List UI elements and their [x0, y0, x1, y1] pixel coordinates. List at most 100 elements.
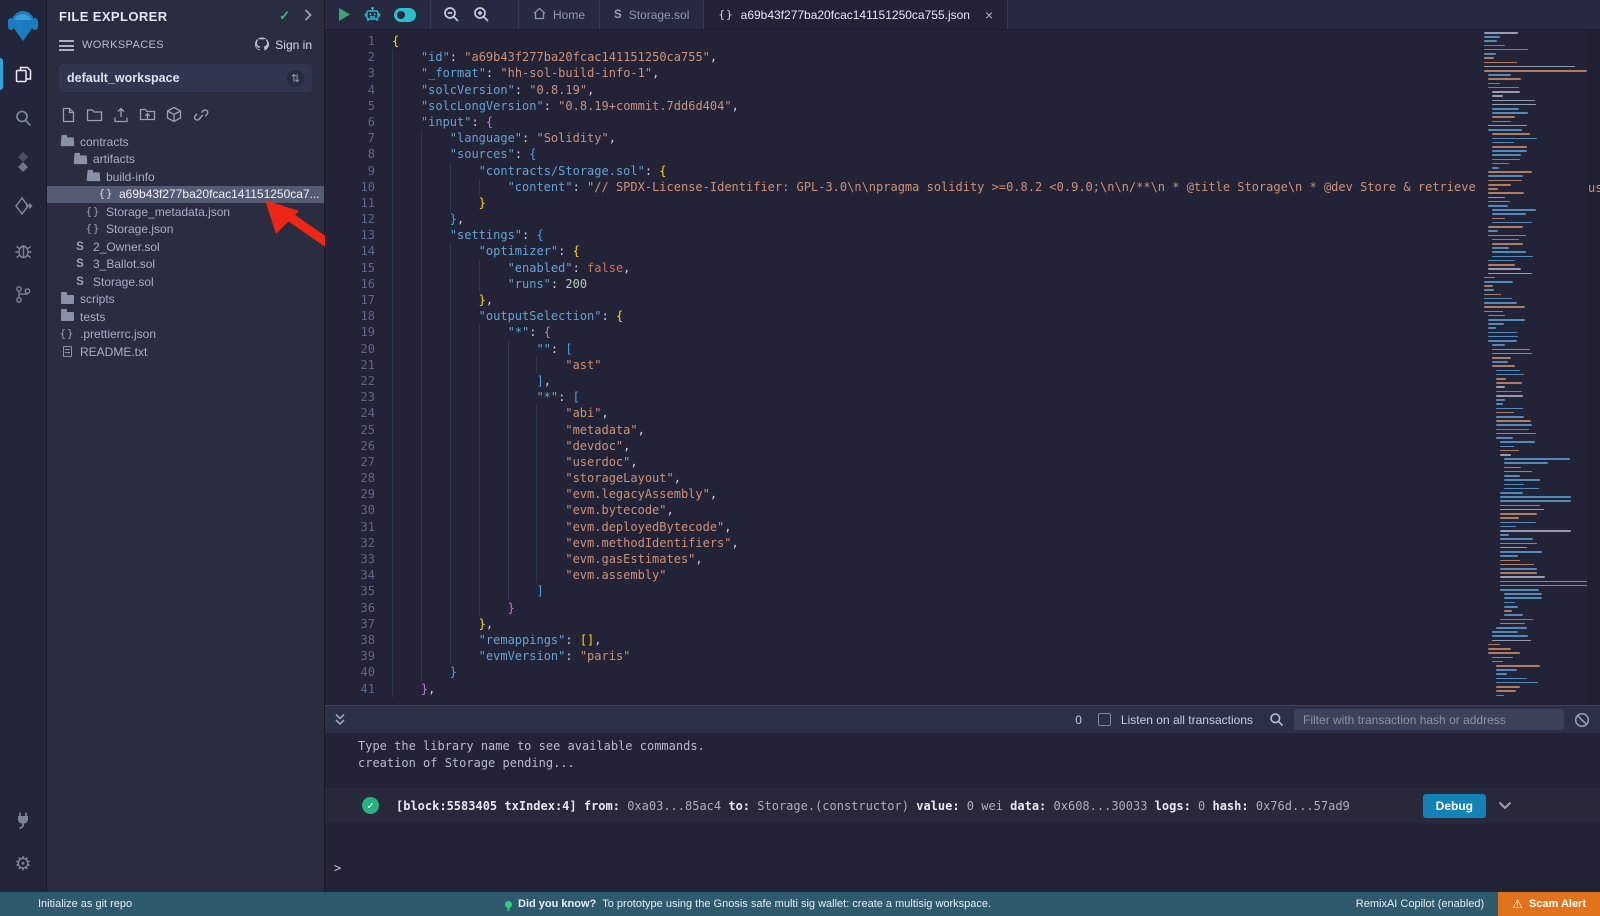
git-branch-icon — [14, 285, 32, 304]
folder-open-icon — [86, 172, 100, 181]
lightbulb-icon — [505, 901, 512, 908]
tree-item[interactable]: {}.prettierrc.json — [47, 326, 324, 344]
new-file-button[interactable] — [61, 107, 76, 123]
scam-alert-label: Scam Alert — [1529, 898, 1586, 910]
tree-item-label: Storage.json — [106, 222, 173, 236]
code-line: 39"evmVersion": "paris" — [325, 648, 1555, 664]
tree-item[interactable]: contracts — [47, 133, 324, 151]
bug-icon — [14, 241, 33, 260]
run-script-button[interactable] — [337, 7, 351, 22]
new-folder-button[interactable] — [86, 108, 103, 122]
code-line: 9"contracts/Storage.sol": { — [325, 163, 1555, 179]
remix-logo-icon[interactable] — [0, 0, 47, 52]
code-line: 2"id": "a69b43f277ba20fcac141151250ca755… — [325, 49, 1555, 65]
code-line: 38"remappings": [], — [325, 632, 1555, 648]
upload-file-button[interactable] — [113, 107, 129, 123]
workspace-menu-icon[interactable] — [59, 40, 74, 51]
tip-title: Did you know? — [518, 898, 596, 910]
gear-icon: ⚙ — [14, 855, 31, 874]
sidebar-item-debugger[interactable] — [0, 228, 47, 272]
listen-all-checkbox[interactable] — [1098, 713, 1111, 726]
workspace-select[interactable]: default_workspace ⇅ — [59, 64, 312, 92]
code-line: 20"": [ — [325, 341, 1555, 357]
zoom-in-icon[interactable] — [473, 6, 490, 23]
sign-in-button[interactable]: Sign in — [254, 37, 312, 54]
sidebar-item-settings[interactable]: ⚙ — [0, 842, 47, 886]
sidebar-item-deploy-run[interactable] — [0, 184, 47, 228]
code-line: 4"solcVersion": "0.8.19", — [325, 82, 1555, 98]
code-line: 7"language": "Solidity", — [325, 130, 1555, 146]
tree-item-label: scripts — [80, 292, 115, 306]
debug-button[interactable]: Debug — [1423, 794, 1486, 818]
expand-log-chevron-icon[interactable] — [1498, 799, 1512, 813]
link-icon[interactable] — [192, 107, 210, 123]
tree-item[interactable]: build-info — [47, 168, 324, 186]
tab-build-info-json[interactable]: {} a69b43f277ba20fcac141151250ca755.json… — [704, 0, 1008, 29]
code-line: 32"evm.methodIdentifiers", — [325, 535, 1555, 551]
tree-item-label: 2_Owner.sol — [93, 240, 160, 254]
terminal-output[interactable]: Type the library name to see available c… — [325, 733, 1600, 892]
tree-item[interactable]: {}Storage.json — [47, 221, 324, 239]
ai-copilot-toggle[interactable] — [394, 8, 416, 22]
tree-item[interactable]: README.txt — [47, 343, 324, 361]
sidebar-item-solidity-compiler[interactable] — [0, 140, 47, 184]
remixai-robot-icon[interactable] — [364, 6, 381, 23]
tree-item[interactable]: {}a69b43f277ba20fcac141151250ca7... — [47, 186, 324, 204]
code-line: 1{ — [325, 33, 1555, 49]
tree-item[interactable]: S3_Ballot.sol — [47, 256, 324, 274]
tree-item-label: Storage.sol — [93, 275, 154, 289]
tree-item[interactable]: artifacts — [47, 151, 324, 169]
workspace-name: default_workspace — [67, 71, 287, 85]
code-editor[interactable]: 1{2"id": "a69b43f277ba20fcac141151250ca7… — [325, 30, 1600, 705]
json-file-icon: {} — [99, 188, 113, 200]
warning-icon: ⚠ — [1512, 897, 1523, 911]
transaction-count: 0 — [1075, 713, 1082, 727]
collapse-panel-chevron-icon[interactable] — [304, 9, 312, 24]
editor-topbar: Home S Storage.sol {} a69b43f277ba20fcac… — [325, 0, 1600, 30]
tree-item[interactable]: SStorage.sol — [47, 273, 324, 291]
code-line: 36} — [325, 600, 1555, 616]
code-line: 30"evm.bytecode", — [325, 502, 1555, 518]
code-line: 21"ast" — [325, 357, 1555, 373]
code-line: 22], — [325, 373, 1555, 389]
code-line: 34"evm.assembly" — [325, 567, 1555, 583]
tab-home[interactable]: Home — [518, 0, 600, 29]
sidebar-item-plugin-manager[interactable] — [0, 798, 47, 842]
terminal-search-icon[interactable] — [1269, 712, 1284, 727]
editor-scrollbar[interactable] — [1587, 30, 1600, 705]
workspace-sort-icon: ⇅ — [287, 70, 304, 87]
tree-item[interactable]: scripts — [47, 291, 324, 309]
publish-box-icon[interactable] — [166, 106, 182, 123]
did-you-know-tip: Did you know? To prototype using the Gno… — [505, 898, 991, 910]
tab-label: Storage.sol — [629, 8, 690, 22]
scam-alert-button[interactable]: ⚠ Scam Alert — [1498, 892, 1600, 916]
zoom-out-icon[interactable] — [443, 6, 460, 23]
git-init-button[interactable]: Initialize as git repo — [38, 898, 132, 910]
panel-title: FILE EXPLORER — [59, 9, 279, 24]
tree-item[interactable]: {}Storage_metadata.json — [47, 203, 324, 221]
copilot-status[interactable]: RemixAI Copilot (enabled) — [1356, 898, 1484, 910]
expand-terminal-chevrons-icon[interactable] — [334, 713, 346, 726]
transaction-filter-input[interactable] — [1294, 709, 1564, 730]
tree-item[interactable]: S2_Owner.sol — [47, 238, 324, 256]
sidebar-item-git[interactable] — [0, 272, 47, 316]
minimap[interactable] — [1477, 30, 1587, 705]
search-icon — [14, 109, 33, 128]
close-tab-icon[interactable]: × — [985, 7, 993, 23]
code-line: 31"evm.deployedBytecode", — [325, 519, 1555, 535]
code-line: 29"evm.legacyAssembly", — [325, 486, 1555, 502]
folder-open-icon — [60, 137, 74, 146]
tree-item-label: 3_Ballot.sol — [93, 257, 155, 271]
tab-storage-sol[interactable]: S Storage.sol — [600, 0, 704, 29]
code-line: 13"settings": { — [325, 227, 1555, 243]
upload-folder-button[interactable] — [139, 107, 156, 122]
folder-open-icon — [73, 155, 87, 164]
sidebar-item-search[interactable] — [0, 96, 47, 140]
clear-console-icon[interactable] — [1574, 712, 1590, 728]
tree-item-label: Storage_metadata.json — [106, 205, 230, 219]
transaction-log-row[interactable]: ✓ [block:5583405 txIndex:4] from: 0xa03.… — [325, 788, 1600, 823]
terminal-prompt[interactable]: > — [334, 861, 341, 875]
sidebar-item-file-explorer[interactable] — [0, 52, 47, 96]
tree-item[interactable]: tests — [47, 308, 324, 326]
workspace-ok-check-icon: ✓ — [279, 8, 290, 24]
